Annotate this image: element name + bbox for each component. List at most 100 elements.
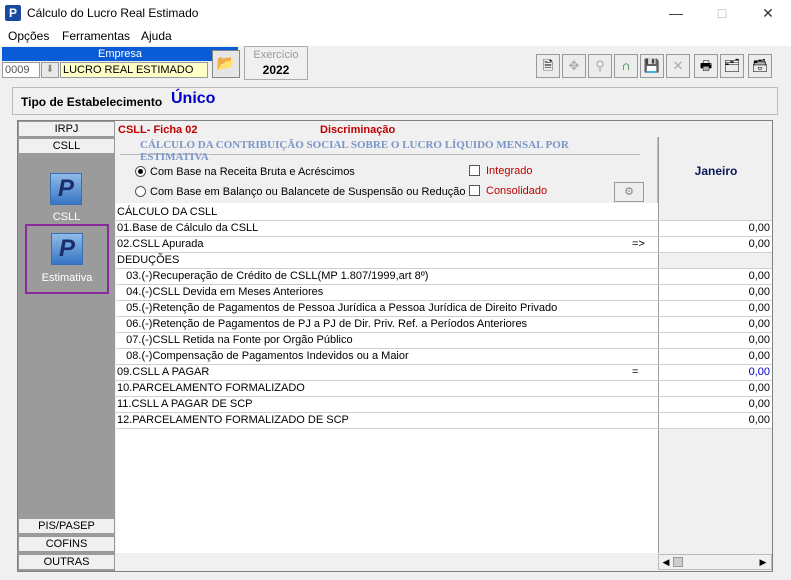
scroll-left-icon[interactable]: ◀	[660, 556, 672, 568]
csll-icon: P	[50, 173, 82, 205]
panel-title: CÁLCULO DA CONTRIBUIÇÃO SOCIAL SOBRE O L…	[120, 139, 640, 163]
consolidado-checkbox[interactable]	[469, 185, 480, 196]
row-label: 02.CSLL Apurada	[117, 238, 204, 250]
table-row: 05.(-)Retenção de Pagamentos de Pessoa J…	[116, 301, 772, 317]
row-label: CÁLCULO DA CSLL	[117, 206, 218, 218]
row-value-field[interactable]: 0,00	[658, 237, 772, 252]
integrado-label: Integrado	[486, 165, 533, 177]
integrado-checkbox[interactable]	[469, 165, 480, 176]
document-button[interactable]: 🗎	[536, 54, 560, 78]
empresa-name-field[interactable]: LUCRO REAL ESTIMADO	[60, 62, 208, 78]
unlock-icon: ∩	[621, 58, 631, 73]
row-value-field[interactable]: 0,00	[658, 381, 772, 396]
tipo-estabelecimento-box: Tipo de Estabelecimento Único	[12, 87, 778, 115]
row-value-blank	[658, 253, 772, 268]
table-row: 01.Base de Cálculo da CSLL 0,00	[116, 221, 772, 237]
option-balanco-radio[interactable]	[135, 186, 146, 197]
tab-pis-pasep[interactable]: PIS/PASEP	[18, 518, 115, 534]
discriminacao-label: Discriminação	[320, 124, 396, 136]
table-row: 08.(-)Compensação de Pagamentos Indevido…	[116, 349, 772, 365]
estimativa-icon: P	[51, 233, 83, 265]
table-row: DEDUÇÕES	[116, 253, 772, 269]
row-value-field[interactable]: 0,00	[658, 301, 772, 316]
empresa-lookup-button[interactable]: ⬇	[41, 62, 59, 78]
print-icon: 🖶	[699, 58, 713, 73]
table-row: 02.CSLL Apurada => 0,00	[116, 237, 772, 253]
exercicio-label: Exercício	[253, 49, 299, 61]
menu-ajuda[interactable]: Ajuda	[141, 29, 172, 43]
row-symbol: =	[632, 366, 639, 378]
tipo-value: Único	[171, 90, 216, 107]
delete-button[interactable]: ✕	[666, 54, 690, 78]
minimize-button[interactable]: —	[653, 0, 699, 26]
maximize-button[interactable]: □	[699, 0, 745, 26]
ficha-label: CSLL- Ficha 02	[118, 124, 198, 136]
row-value-field[interactable]: 0,00	[658, 365, 772, 380]
side-item-label: Estimativa	[41, 272, 93, 284]
menu-ferramentas[interactable]: Ferramentas	[62, 29, 130, 43]
folders-button[interactable]: 🗂	[720, 54, 744, 78]
row-label: 04.(-)CSLL Devida em Meses Anteriores	[117, 286, 324, 298]
row-label: 05.(-)Retenção de Pagamentos de Pessoa J…	[117, 302, 558, 314]
row-label: 08.(-)Compensação de Pagamentos Indevido…	[117, 350, 409, 362]
save-icon: 💾	[643, 58, 661, 73]
export-button[interactable]: 🗃	[748, 54, 772, 78]
row-label: 06.(-)Retenção de Pagamentos de PJ a PJ …	[117, 318, 528, 330]
row-value-field[interactable]: 0,00	[658, 317, 772, 332]
scroll-thumb[interactable]	[673, 557, 683, 567]
print-button[interactable]: 🖶	[694, 54, 718, 78]
row-value-field[interactable]: 0,00	[658, 413, 772, 428]
search-tools-icon: ⚲	[595, 58, 605, 73]
row-label: 12.PARCELAMENTO FORMALIZADO DE SCP	[117, 414, 349, 426]
tools-icon: ⚙	[624, 186, 634, 198]
row-label: 10.PARCELAMENTO FORMALIZADO	[117, 382, 305, 394]
unlock-button[interactable]: ∩	[614, 54, 638, 78]
navigate-button[interactable]: ✥	[562, 54, 586, 78]
row-value-field[interactable]: 0,00	[658, 349, 772, 364]
document-icon: 🗎	[542, 58, 554, 73]
tab-csll[interactable]: CSLL	[18, 138, 115, 154]
open-folder-button[interactable]: 📂	[212, 50, 240, 78]
month-label: Janeiro	[694, 164, 738, 178]
menu-opcoes[interactable]: Opções	[8, 29, 49, 43]
month-column-header: Janeiro	[658, 137, 772, 203]
action-button[interactable]: ⚙	[614, 182, 644, 202]
table-row: 09.CSLL A PAGAR = 0,00	[116, 365, 772, 381]
save-button[interactable]: 💾	[640, 54, 664, 78]
option-receita-radio[interactable]	[135, 166, 146, 177]
side-item-estimativa[interactable]: P Estimativa	[25, 224, 109, 294]
row-value-field[interactable]: 0,00	[658, 221, 772, 236]
empresa-label: Empresa	[2, 47, 238, 61]
close-button[interactable]: ✕	[745, 0, 791, 26]
side-item-csll[interactable]: P CSLL	[18, 167, 115, 227]
table-row: 12.PARCELAMENTO FORMALIZADO DE SCP 0,00	[116, 413, 772, 429]
row-label: 07.(-)CSLL Retida na Fonte por Orgão Púb…	[117, 334, 353, 346]
row-label: 11.CSLL A PAGAR DE SCP	[117, 398, 253, 410]
horizontal-scrollbar[interactable]: ◀ ▶	[658, 554, 772, 570]
row-value-field[interactable]: 0,00	[658, 269, 772, 284]
row-value-field[interactable]: 0,00	[658, 333, 772, 348]
row-value-field[interactable]: 0,00	[658, 397, 772, 412]
row-label: 09.CSLL A PAGAR	[117, 366, 210, 378]
table-row: 07.(-)CSLL Retida na Fonte por Orgão Púb…	[116, 333, 772, 349]
row-label: DEDUÇÕES	[117, 254, 180, 266]
exercicio-box[interactable]: Exercício 2022	[244, 46, 308, 80]
navigate-icon: ✥	[568, 58, 580, 73]
folder-icon: 📂	[216, 55, 236, 72]
search-tools-button[interactable]: ⚲	[588, 54, 612, 78]
row-value-field[interactable]: 0,00	[658, 285, 772, 300]
table-row: 03.(-)Recuperação de Crédito de CSLL(MP …	[116, 269, 772, 285]
scroll-right-icon[interactable]: ▶	[757, 556, 769, 568]
app-logo-icon: P	[5, 5, 21, 21]
tab-cofins[interactable]: COFINS	[18, 536, 115, 552]
row-value-blank	[658, 205, 772, 220]
consolidado-label: Consolidado	[486, 185, 548, 197]
table-row: 11.CSLL A PAGAR DE SCP 0,00	[116, 397, 772, 413]
empresa-code-field[interactable]: 0009	[2, 62, 40, 78]
tab-irpj[interactable]: IRPJ	[18, 121, 115, 137]
table-row: 10.PARCELAMENTO FORMALIZADO 0,00	[116, 381, 772, 397]
export-icon: 🗃	[751, 58, 769, 73]
tipo-label: Tipo de Estabelecimento	[21, 95, 163, 109]
row-symbol: =>	[632, 238, 645, 250]
tab-outras[interactable]: OUTRAS	[18, 554, 115, 570]
